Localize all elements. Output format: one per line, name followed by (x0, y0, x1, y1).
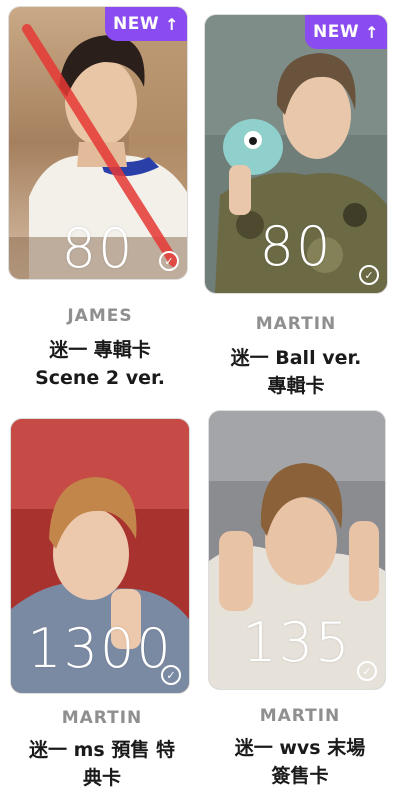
card-title-line: 迷一 專輯卡 (49, 339, 151, 361)
photocard-item[interactable]: NEW ↑ 80 ✓ JAMES 迷一 專輯卡 Scene 2 ver. (8, 6, 198, 389)
photocard-grid: NEW ↑ 80 ✓ JAMES 迷一 專輯卡 Scene 2 ver. NEW… (0, 0, 400, 800)
checkmark-circle-icon[interactable]: ✓ (357, 661, 377, 681)
card-title-line: 簽售卡 (271, 765, 329, 787)
arrow-up-icon: ↑ (165, 14, 179, 34)
photocard-item[interactable]: NEW ↑ 80 ✓ MARTIN 迷一 Ball ver. 專輯卡 (204, 14, 394, 397)
card-title-line: 專輯卡 (267, 375, 325, 397)
card-title-line: 迷一 wvs 末場 (234, 737, 366, 759)
price-note: 80 (61, 217, 135, 280)
checkmark-circle-icon[interactable]: ✓ (359, 265, 379, 285)
photocard-image[interactable]: NEW ↑ 80 ✓ (204, 14, 388, 294)
new-badge: NEW ↑ (105, 7, 187, 41)
card-title-line: 迷一 ms 預售 特 (29, 739, 175, 761)
checkmark-circle-icon[interactable]: ✓ (161, 665, 181, 685)
photocard-image[interactable]: 1300 ✓ (10, 418, 190, 694)
card-title-line: Scene 2 ver. (35, 367, 165, 389)
member-name: MARTIN (61, 708, 143, 728)
card-title-line: 典卡 (82, 767, 121, 789)
card-title: 迷一 Ball ver. 專輯卡 (198, 344, 394, 400)
card-title: 迷一 ms 預售 特 典卡 (4, 736, 200, 792)
new-badge-label: NEW (113, 14, 160, 34)
member-name: MARTIN (259, 706, 341, 726)
photocard-item[interactable]: 1300 ✓ MARTIN 迷一 ms 預售 特 典卡 (10, 418, 200, 798)
arrow-up-icon: ↑ (365, 22, 379, 42)
new-badge: NEW ↑ (305, 15, 387, 49)
member-name: MARTIN (255, 314, 337, 334)
card-title: 迷一 專輯卡 Scene 2 ver. (2, 336, 198, 392)
card-title: 迷一 wvs 末場 簽售卡 (202, 734, 398, 790)
photocard-image[interactable]: NEW ↑ 80 ✓ (8, 6, 188, 280)
photocard-image[interactable]: 135 ✓ (208, 410, 386, 690)
new-badge-label: NEW (313, 22, 360, 42)
card-title-line: 迷一 Ball ver. (230, 347, 362, 369)
checkmark-circle-icon[interactable]: ✓ (159, 251, 179, 271)
member-name: JAMES (67, 306, 133, 326)
photocard-item[interactable]: 135 ✓ MARTIN 迷一 wvs 末場 簽售卡 (208, 410, 398, 790)
